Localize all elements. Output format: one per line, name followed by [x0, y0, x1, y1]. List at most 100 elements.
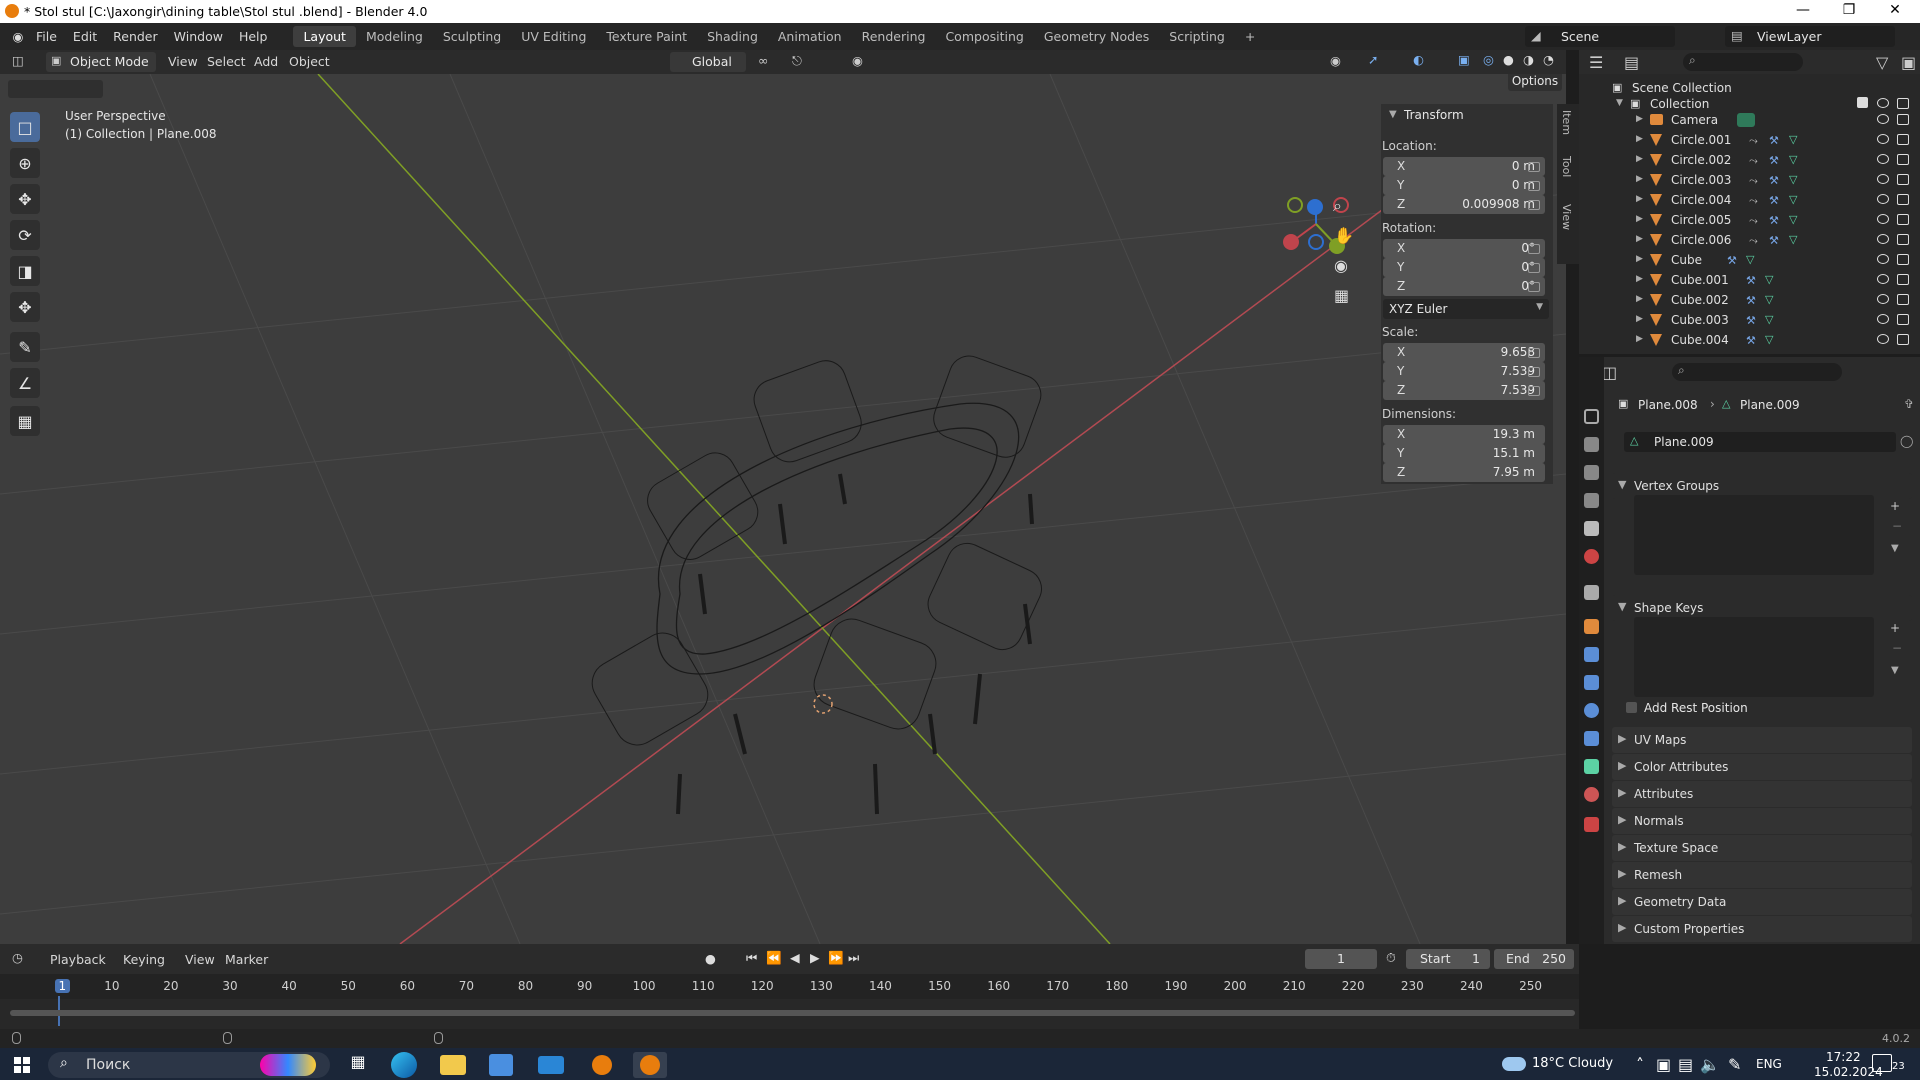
chevron-right-icon[interactable]: ▶: [1636, 114, 1643, 124]
cursor-tool-icon[interactable]: ⊕: [10, 148, 40, 178]
chevron-right-icon[interactable]: ▶: [1636, 234, 1643, 244]
outliner-item[interactable]: ▶ Circle.006 ⤳ ⚒ ▽: [1579, 230, 1920, 250]
timeline-editor-icon[interactable]: ◷: [12, 950, 23, 965]
outliner-item[interactable]: ▶ Circle.005 ⤳ ⚒ ▽: [1579, 210, 1920, 230]
particles-tab-icon[interactable]: [1584, 675, 1599, 690]
render-camera-icon[interactable]: [1897, 134, 1909, 145]
menu-file[interactable]: File: [28, 29, 65, 44]
start-frame-field[interactable]: Start 1: [1406, 949, 1490, 969]
chevron-right-icon[interactable]: ▶: [1636, 214, 1643, 224]
next-keyframe-icon[interactable]: ⏩: [828, 950, 844, 966]
chevron-right-icon[interactable]: ▶: [1636, 174, 1643, 184]
file-explorer-icon[interactable]: [440, 1055, 466, 1075]
pivot-icon[interactable]: ∞: [758, 53, 768, 68]
add-shape-key-icon[interactable]: +: [1890, 621, 1900, 635]
material-tab-icon[interactable]: [1584, 787, 1599, 802]
filter-icon[interactable]: ▽: [1876, 53, 1888, 72]
menu-window[interactable]: Window: [166, 29, 231, 44]
rotation-x-field[interactable]: X 0°: [1383, 239, 1545, 258]
tab-item[interactable]: Item: [1560, 110, 1573, 135]
render-camera-icon[interactable]: [1897, 274, 1909, 285]
prev-keyframe-icon[interactable]: ⏪: [766, 950, 782, 966]
chevron-up-icon[interactable]: ˄: [1636, 1055, 1644, 1074]
tab-geometry-nodes[interactable]: Geometry Nodes: [1034, 26, 1159, 47]
timeline-menu-keying[interactable]: Keying: [115, 952, 173, 967]
lock-icon[interactable]: [1528, 348, 1540, 358]
add-workspace-icon[interactable]: +: [1235, 26, 1265, 47]
tab-compositing[interactable]: Compositing: [935, 26, 1033, 47]
outliner-editor-icon[interactable]: ☰: [1589, 53, 1603, 72]
tab-shading[interactable]: Shading: [697, 26, 768, 47]
dimension-y-field[interactable]: Y 15.1 m: [1383, 444, 1545, 463]
jump-end-icon[interactable]: ⏭: [848, 950, 859, 966]
gizmo-toggle-icon[interactable]: ➚: [1368, 52, 1378, 67]
scale-x-field[interactable]: X 9.658: [1383, 343, 1545, 362]
remesh-section[interactable]: ▶ Remesh: [1612, 862, 1912, 888]
menu-render[interactable]: Render: [105, 29, 166, 44]
outliner-item[interactable]: ▶ Camera: [1579, 110, 1920, 130]
material-shading-icon[interactable]: ◑: [1523, 52, 1534, 67]
timeline-menu-playback[interactable]: Playback: [42, 952, 114, 967]
eye-icon[interactable]: [1877, 174, 1889, 184]
fake-user-icon[interactable]: ◯: [1900, 434, 1913, 448]
options-button[interactable]: Options: [1508, 74, 1562, 91]
add-cube-tool-icon[interactable]: ▦: [10, 406, 40, 436]
rotation-z-field[interactable]: Z 0°: [1383, 277, 1545, 296]
restore-icon[interactable]: ❐: [1826, 0, 1872, 23]
lock-icon[interactable]: [1528, 367, 1540, 377]
render-camera-icon[interactable]: [1897, 214, 1909, 225]
end-frame-field[interactable]: End 250: [1494, 949, 1574, 969]
render-camera-icon[interactable]: [1897, 314, 1909, 325]
render-camera-icon[interactable]: [1897, 154, 1909, 165]
chevron-down-icon[interactable]: ▼: [1389, 109, 1397, 120]
chevron-right-icon[interactable]: ▶: [1636, 334, 1643, 344]
eye-icon[interactable]: [1877, 334, 1889, 344]
mesh-name-field[interactable]: △ Plane.009: [1624, 432, 1896, 452]
location-x-field[interactable]: X0 m: [1383, 157, 1545, 176]
tab-tool[interactable]: Tool: [1560, 156, 1573, 177]
blender-taskbar-icon[interactable]: [585, 1052, 619, 1078]
move-tool-icon[interactable]: ✥: [10, 184, 40, 214]
lock-icon[interactable]: [1528, 200, 1540, 210]
lock-icon[interactable]: [1528, 162, 1540, 172]
select-box-tool-icon[interactable]: □: [10, 112, 40, 142]
tab-sculpting[interactable]: Sculpting: [433, 26, 511, 47]
chevron-right-icon[interactable]: ▶: [1636, 294, 1643, 304]
edge-icon[interactable]: [391, 1052, 417, 1078]
render-camera-icon[interactable]: [1897, 334, 1909, 345]
geometry-data-section[interactable]: ▶ Geometry Data: [1612, 889, 1912, 915]
collection-tab-icon[interactable]: [1584, 585, 1599, 600]
rendered-shading-icon[interactable]: ◔: [1543, 52, 1554, 67]
rotate-tool-icon[interactable]: ⟳: [10, 220, 40, 250]
weather-text[interactable]: 18°C Cloudy: [1532, 1056, 1613, 1071]
timeline-ruler[interactable]: 1 10 20 30 40 50 60 70 80 90 100 110 120 130 140 150 160…: [0, 974, 1579, 1026]
close-icon[interactable]: ✕: [1872, 0, 1918, 23]
outliner-item[interactable]: ▶ Cube ⚒ ▽: [1579, 250, 1920, 270]
lock-icon[interactable]: [1528, 386, 1540, 396]
lock-icon[interactable]: [1528, 263, 1540, 273]
remove-shape-key-icon[interactable]: −: [1892, 641, 1902, 655]
eye-icon[interactable]: [1877, 294, 1889, 304]
eye-icon[interactable]: [1877, 254, 1889, 264]
annotate-tool-icon[interactable]: ✎: [10, 332, 40, 362]
rotation-y-field[interactable]: Y 0°: [1383, 258, 1545, 277]
viewlayer-selector[interactable]: ▤ ViewLayer: [1725, 26, 1895, 47]
play-reverse-icon[interactable]: ◀: [790, 950, 800, 965]
world-tab-icon[interactable]: [1584, 549, 1599, 564]
add-vertex-group-icon[interactable]: +: [1890, 499, 1900, 513]
store-icon[interactable]: [489, 1054, 513, 1076]
xray-icon[interactable]: ▣: [1458, 52, 1470, 67]
dimension-z-field[interactable]: Z 7.95 m: [1383, 463, 1545, 482]
task-view-icon[interactable]: ▦: [341, 1052, 375, 1078]
chevron-right-icon[interactable]: ▶: [1636, 254, 1643, 264]
weather-icon[interactable]: [1502, 1057, 1526, 1071]
render-camera-icon[interactable]: [1897, 254, 1909, 265]
lock-icon[interactable]: [1528, 282, 1540, 292]
display-mode-icon[interactable]: ▤: [1624, 53, 1639, 72]
solid-shading-icon[interactable]: ●: [1503, 52, 1514, 67]
tab-uv-editing[interactable]: UV Editing: [511, 26, 596, 47]
modifier-tab-icon[interactable]: [1584, 647, 1599, 662]
3d-viewport[interactable]: User Perspective (1) Collection | Plane.…: [0, 74, 1566, 944]
pen-icon[interactable]: ✎: [1728, 1055, 1741, 1074]
orientation-selector[interactable]: Global: [670, 52, 746, 72]
